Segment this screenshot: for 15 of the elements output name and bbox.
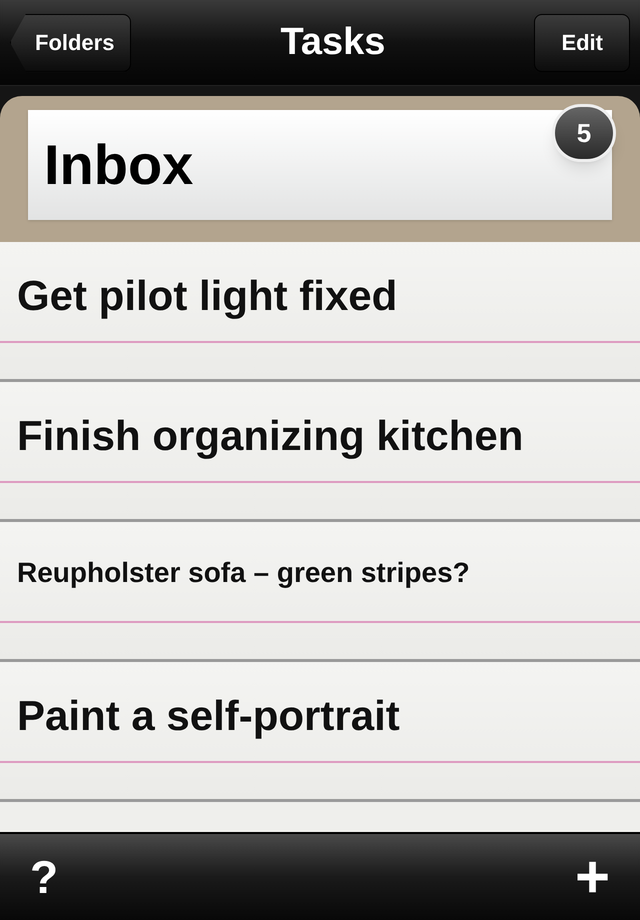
folder-name: Inbox [44, 132, 194, 198]
edit-button[interactable]: Edit [534, 14, 630, 72]
count-badge: 5 [552, 104, 616, 162]
screen-title: Tasks [280, 20, 386, 65]
task-title: Paint a self-portrait [17, 691, 400, 741]
task-row[interactable]: Reupholster sofa – green stripes? [0, 522, 640, 662]
add-button[interactable]: + [574, 847, 610, 907]
task-title: Finish organizing kitchen [17, 411, 524, 461]
task-title: Get pilot light fixed [17, 271, 398, 321]
task-row[interactable]: Finish organizing kitchen [0, 382, 640, 522]
back-button[interactable]: Folders [10, 14, 132, 72]
task-row[interactable]: Paint a self-portrait [0, 662, 640, 802]
task-title: Reupholster sofa – green stripes? [17, 556, 470, 590]
help-button[interactable]: ? [30, 854, 58, 900]
task-row[interactable]: Get pilot light fixed [0, 242, 640, 382]
